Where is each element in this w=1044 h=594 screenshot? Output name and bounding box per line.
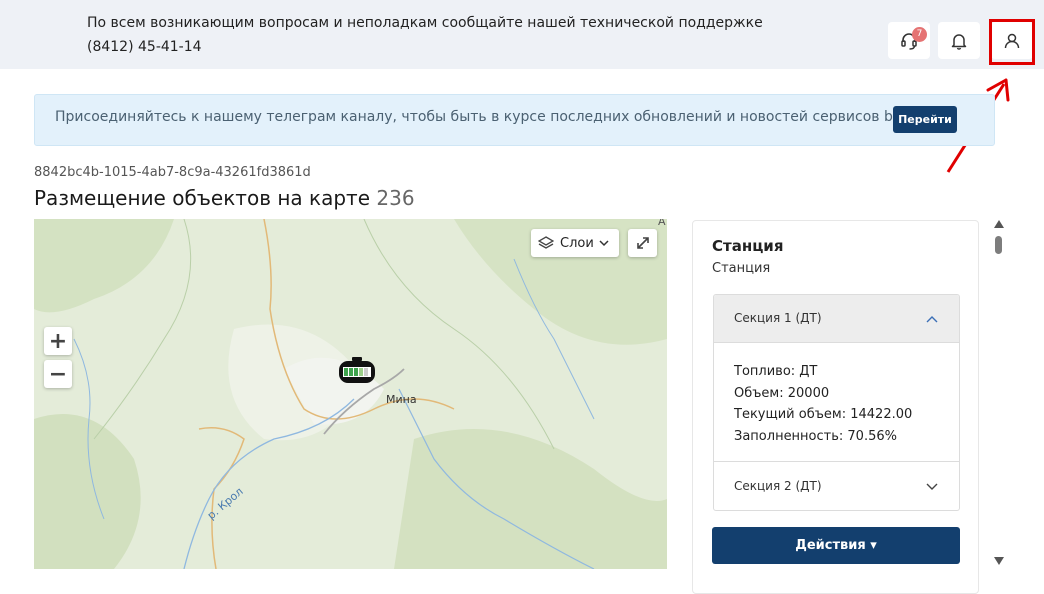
scroll-thumb[interactable]	[995, 236, 1002, 254]
chevron-down-icon	[599, 240, 609, 247]
layers-icon	[538, 236, 554, 249]
map-place-label: Мина	[386, 393, 417, 406]
station-panel: Станция Станция Секция 1 (ДТ) Топливо: Д…	[692, 220, 979, 594]
telegram-go-button[interactable]: Перейти	[893, 106, 957, 133]
section-2-header[interactable]: Секция 2 (ДТ)	[714, 462, 959, 510]
page-title-text: Размещение объектов на карте	[34, 186, 371, 210]
panel-scrollbar[interactable]	[993, 220, 1005, 570]
section-1-body: Топливо: ДТ Объем: 20000 Текущий объем: …	[714, 343, 959, 462]
zoom-in-button[interactable]: +	[44, 327, 72, 355]
map-view[interactable]: Слои + − Мина р. Крол А	[34, 219, 667, 569]
layers-label: Слои	[560, 235, 594, 251]
current-volume-field: Текущий объем: 14422.00	[734, 407, 913, 422]
fuel-tank-marker[interactable]	[338, 357, 376, 389]
volume-field: Объем: 20000	[734, 385, 830, 401]
profile-highlight-box	[989, 19, 1035, 65]
station-subtitle: Станция	[712, 261, 771, 276]
object-uuid: 8842bc4b-1015-4ab7-8c9a-43261fd3861d	[34, 165, 311, 180]
section-1-header[interactable]: Секция 1 (ДТ)	[714, 295, 959, 343]
map-edge-label: А	[658, 219, 666, 228]
chevron-up-icon	[926, 316, 938, 323]
fullscreen-button[interactable]	[628, 229, 657, 257]
sections-accordion: Секция 1 (ДТ) Топливо: ДТ Объем: 20000 Т…	[713, 294, 960, 511]
section-1-label: Секция 1 (ДТ)	[734, 311, 822, 325]
expand-icon	[636, 237, 649, 249]
fill-level-field: Заполненность: 70.56%	[734, 428, 897, 444]
chevron-down-icon	[926, 483, 938, 490]
scroll-down-arrow-icon[interactable]	[994, 557, 1004, 565]
support-button[interactable]: 7	[888, 22, 930, 59]
bell-icon	[951, 33, 967, 50]
scroll-up-arrow-icon[interactable]	[994, 220, 1004, 228]
object-count: 236	[376, 186, 415, 210]
page-title: Размещение объектов на карте 236	[34, 186, 415, 210]
fuel-tank-icon	[339, 357, 375, 383]
top-bar: По всем возникающим вопросам и неполадка…	[0, 0, 1044, 69]
telegram-banner: Присоединяйтесь к нашему телеграм каналу…	[34, 94, 995, 146]
support-notice: По всем возникающим вопросам и неполадка…	[87, 15, 763, 55]
fuel-type-field: Топливо: ДТ	[734, 364, 818, 379]
section-2-label: Секция 2 (ДТ)	[734, 479, 822, 493]
telegram-banner-text: Присоединяйтесь к нашему телеграм каналу…	[55, 109, 954, 125]
map-terrain	[34, 219, 667, 569]
layers-button[interactable]: Слои	[531, 229, 619, 257]
notifications-button[interactable]	[938, 22, 980, 59]
support-badge: 7	[912, 27, 927, 42]
actions-dropdown-button[interactable]: Действия ▾	[712, 527, 960, 564]
station-title: Станция	[712, 237, 784, 255]
zoom-out-button[interactable]: −	[44, 360, 72, 388]
